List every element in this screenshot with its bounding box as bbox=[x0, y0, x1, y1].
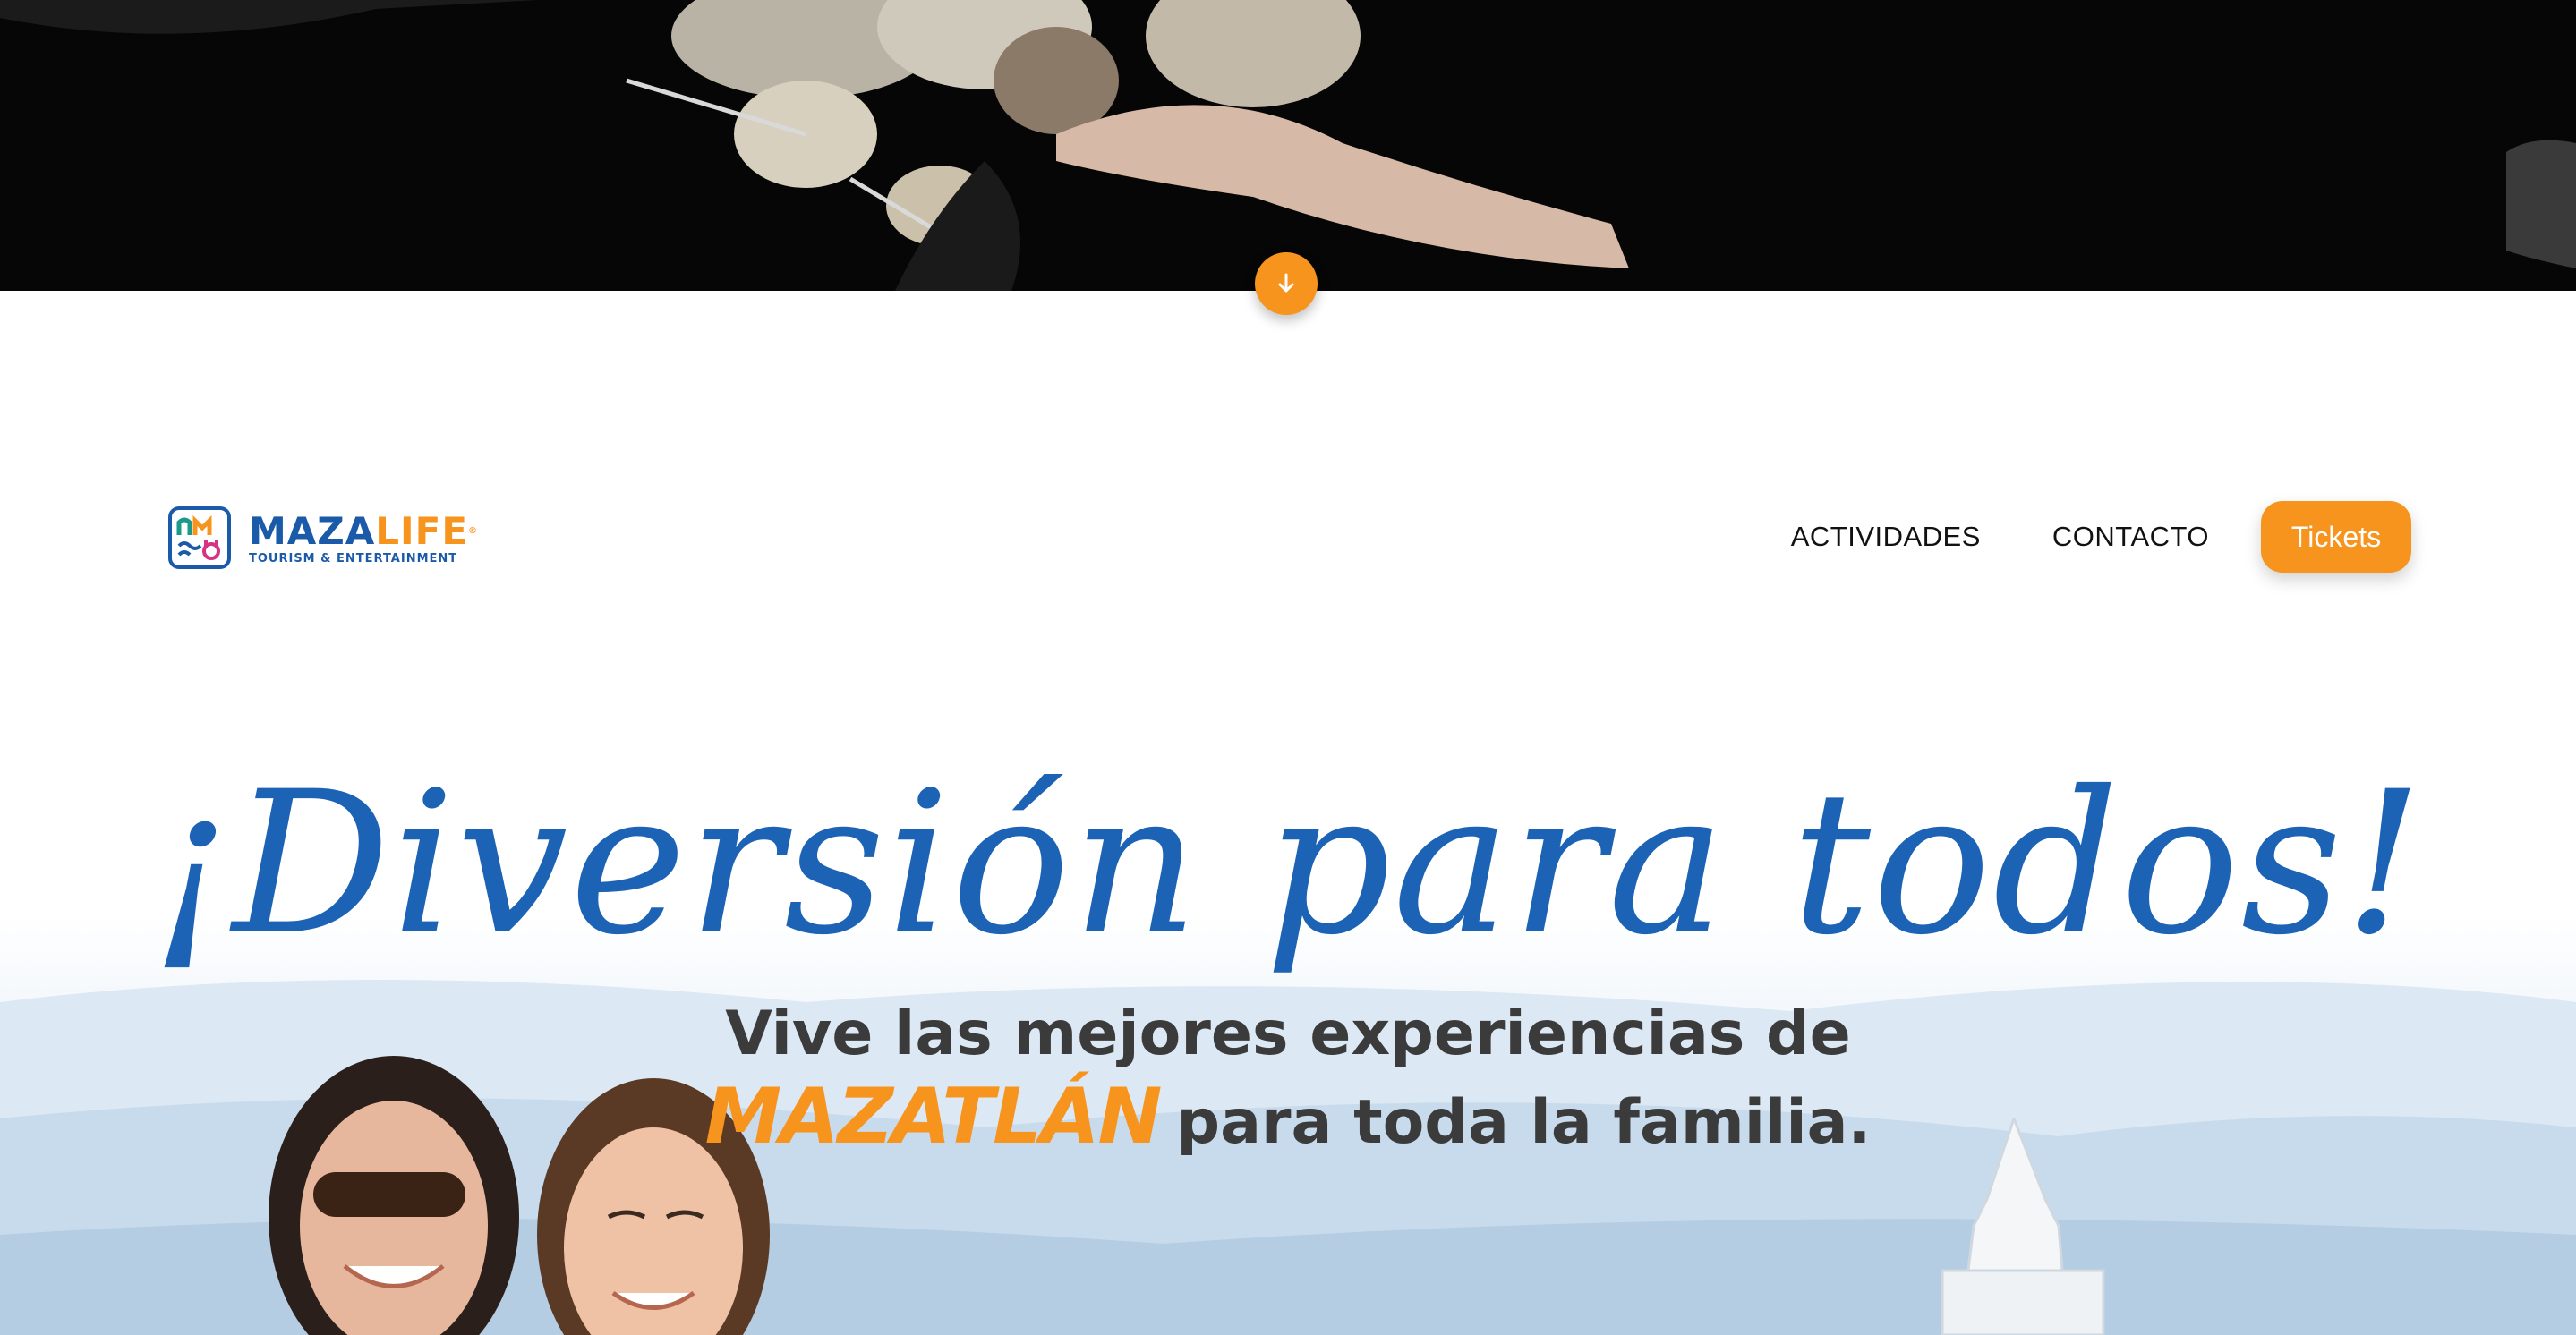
brand-logo[interactable]: MAZALIFE® TOURISM & ENTERTAINMENT bbox=[166, 505, 478, 571]
hero-video bbox=[0, 0, 2576, 291]
hero-subtitle-line2-text: para toda la familia. bbox=[1176, 1087, 1872, 1158]
tickets-button[interactable]: Tickets bbox=[2261, 501, 2411, 573]
arrow-down-icon bbox=[1278, 273, 1294, 293]
hero-city-name: MAZATLÁN bbox=[704, 1072, 1163, 1161]
nav-link-actividades[interactable]: ACTIVIDADES bbox=[1791, 521, 1981, 553]
main-nav: ACTIVIDADES CONTACTO Tickets bbox=[1791, 501, 2411, 573]
brand-name-life: LIFE bbox=[375, 508, 469, 553]
hero-title: ¡Diversión para todos! bbox=[151, 749, 2425, 978]
hero-subtitle-line2: MAZATLÁN para toda la familia. bbox=[0, 1076, 2576, 1164]
hero-subtitle: Vive las mejores experiencias de MAZATLÁ… bbox=[0, 993, 2576, 1164]
hero-banner: ¡Diversión para todos! Vive las mejores … bbox=[0, 734, 2576, 1335]
nav-link-contacto[interactable]: CONTACTO bbox=[2052, 521, 2209, 553]
brand-name-maza: MAZA bbox=[249, 508, 376, 553]
brand-name: MAZALIFE® bbox=[249, 508, 479, 553]
hero-subtitle-line1: Vive las mejores experiencias de bbox=[725, 999, 1851, 1069]
registered-mark: ® bbox=[468, 525, 479, 536]
video-frame-image bbox=[0, 0, 2576, 291]
scroll-down-button[interactable] bbox=[1255, 252, 1318, 315]
logo-mark-icon bbox=[168, 506, 231, 569]
brand-tagline: TOURISM & ENTERTAINMENT bbox=[249, 551, 458, 565]
site-header: MAZALIFE® TOURISM & ENTERTAINMENT ACTIVI… bbox=[0, 483, 2576, 591]
